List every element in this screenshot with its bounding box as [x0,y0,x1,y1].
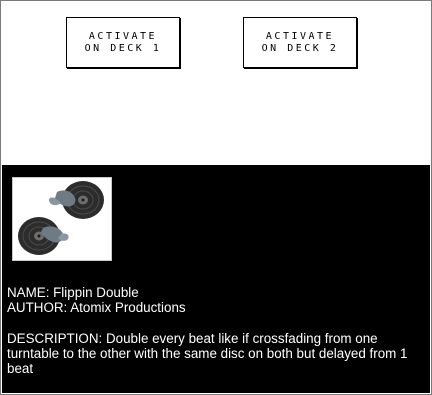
effect-thumbnail [12,177,112,261]
activate-deck-2-label-line2: ON DECK 2 [261,42,339,54]
effect-name: NAME: Flippin Double [7,285,139,300]
effect-author: AUTHOR: Atomix Productions [7,300,186,315]
activate-deck-2-button[interactable]: ACTIVATE ON DECK 2 [243,17,357,68]
activate-deck-1-label-line2: ON DECK 1 [84,42,162,54]
effect-details: NAME: Flippin Double AUTHOR: Atomix Prod… [7,285,426,376]
activate-deck-1-label-line1: ACTIVATE [88,30,158,42]
effect-description: DESCRIPTION: Double every beat like if c… [7,331,408,376]
deck-controls: ACTIVATE ON DECK 1 ACTIVATE ON DECK 2 [2,2,430,165]
activate-deck-1-button[interactable]: ACTIVATE ON DECK 1 [66,17,180,68]
effect-info: NAME: Flippin Double AUTHOR: Atomix Prod… [2,165,430,393]
effect-panel: ACTIVATE ON DECK 1 ACTIVATE ON DECK 2 NA… [0,0,432,395]
double-turntable-icon [18,181,104,255]
activate-deck-2-label-line1: ACTIVATE [265,30,335,42]
